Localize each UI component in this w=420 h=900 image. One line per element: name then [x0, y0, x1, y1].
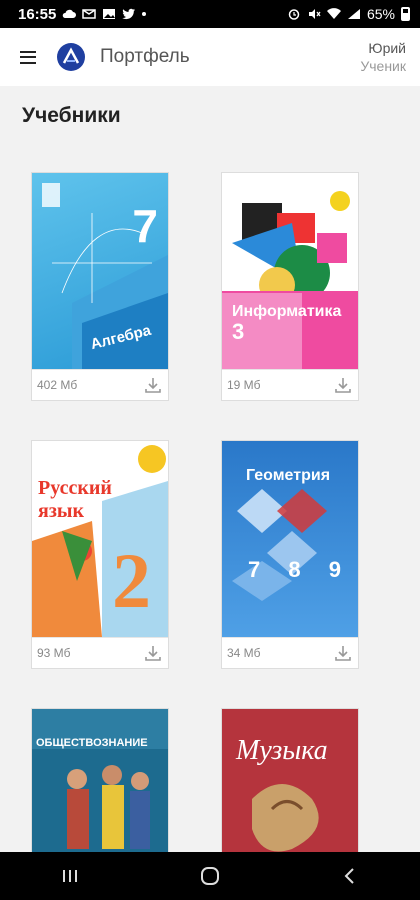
download-icon[interactable] [334, 644, 352, 662]
download-icon[interactable] [334, 376, 352, 394]
mute-icon [308, 9, 321, 19]
book-size: 19 Мб [227, 378, 261, 392]
book-grade: 7 8 9 [248, 557, 341, 582]
wifi-icon [326, 8, 341, 19]
user-role: Ученик [360, 58, 406, 74]
app-bar: Портфель Юрий Ученик [0, 28, 420, 86]
battery-icon [401, 7, 410, 21]
system-nav-bar [0, 852, 420, 900]
twitter-icon [122, 8, 136, 20]
signal-icon [347, 9, 360, 19]
book-title: Музыка [236, 735, 328, 766]
home-icon[interactable] [180, 852, 240, 900]
book-cover: Русский язык 2 [32, 441, 168, 637]
download-icon[interactable] [144, 376, 162, 394]
book-grade: 7 [132, 200, 158, 252]
book-title: Информатика [232, 303, 342, 320]
back-icon[interactable] [320, 852, 380, 900]
book-size: 34 Мб [227, 646, 261, 660]
book-cover: Геометрия 7 8 9 [222, 441, 358, 637]
notification-dot-icon [142, 12, 147, 16]
app-title: Портфель [100, 46, 190, 67]
book-cover: Информатика 3 [222, 173, 358, 369]
book-card-geometry[interactable]: Геометрия 7 8 9 34 Мб [221, 440, 359, 669]
book-grade: 3 [232, 319, 245, 344]
book-card-russian[interactable]: Русский язык 2 93 Мб [31, 440, 169, 669]
mail-icon [82, 9, 97, 19]
status-bar: 16:55 65% [0, 0, 420, 28]
book-size: 93 Мб [37, 646, 71, 660]
book-title: Русский язык [38, 477, 112, 522]
book-size: 402 Мб [37, 378, 78, 392]
book-grade: 2 [112, 537, 151, 624]
status-time: 16:55 [18, 5, 57, 23]
recents-icon[interactable] [40, 852, 100, 900]
logo-icon [57, 43, 85, 71]
user-name: Юрий [368, 40, 406, 56]
menu-icon[interactable] [20, 50, 36, 64]
user-profile[interactable]: Юрий Ученик [360, 39, 406, 75]
battery-percent: 65% [366, 6, 395, 22]
alarm-icon [288, 9, 300, 20]
book-title: Геометрия [246, 467, 331, 484]
book-card-algebra[interactable]: 7 Алгебра 402 Мб [31, 172, 169, 401]
image-icon [103, 9, 116, 19]
book-cover: 7 Алгебра [32, 173, 168, 369]
download-icon[interactable] [144, 644, 162, 662]
page-title: Учебники [22, 104, 121, 127]
book-title: ОБЩЕСТВОЗНАНИЕ [36, 737, 148, 749]
book-card-informatika[interactable]: Информатика 3 19 Мб [221, 172, 359, 401]
cloud-icon [63, 9, 77, 18]
